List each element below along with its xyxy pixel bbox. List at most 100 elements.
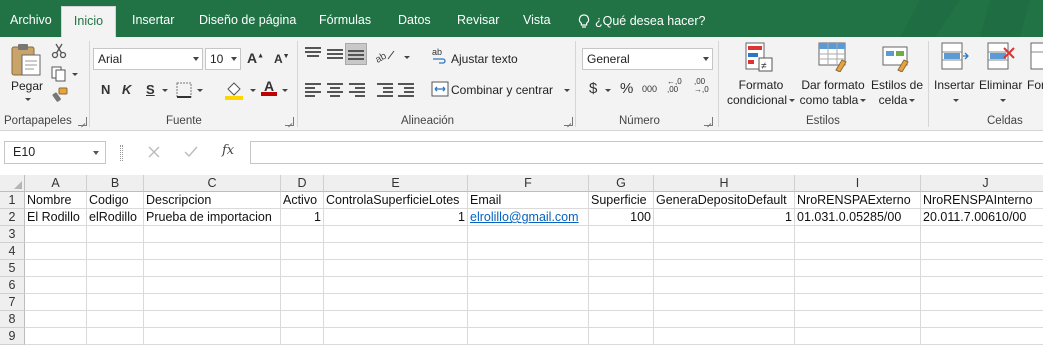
cell-j4[interactable] (921, 243, 1043, 260)
cell-d8[interactable] (281, 311, 324, 328)
grow-font-icon[interactable]: A▲ (247, 50, 264, 66)
column-header-d[interactable]: D (281, 175, 324, 192)
cell-a1[interactable]: Nombre (25, 192, 87, 209)
enter-check-icon[interactable] (184, 146, 198, 158)
formula-bar-splitter[interactable] (120, 145, 123, 161)
cell-c1[interactable]: Descripcion (144, 192, 281, 209)
tab-vista[interactable]: Vista (517, 6, 557, 37)
row-header-9[interactable]: 9 (0, 328, 25, 345)
cell-e9[interactable] (324, 328, 468, 345)
column-header-a[interactable]: A (25, 175, 87, 192)
increase-decimal-icon[interactable]: ←,0 ,00 (667, 78, 687, 94)
cell-a2[interactable]: El Rodillo (25, 209, 87, 226)
cell-i7[interactable] (795, 294, 921, 311)
row-header-6[interactable]: 6 (0, 277, 25, 294)
cell-d2[interactable]: 1 (281, 209, 324, 226)
cell-f8[interactable] (468, 311, 589, 328)
row-header-2[interactable]: 2 (0, 209, 25, 226)
align-middle-icon[interactable] (327, 49, 343, 63)
paste-button[interactable] (10, 43, 42, 80)
cell-c4[interactable] (144, 243, 281, 260)
cell-h7[interactable] (654, 294, 795, 311)
increase-indent-icon[interactable] (398, 83, 414, 97)
cell-i1[interactable]: NroRENSPAExterno (795, 192, 921, 209)
column-header-e[interactable]: E (324, 175, 468, 192)
format-as-table-icon[interactable] (818, 42, 848, 72)
formula-input[interactable] (250, 141, 1043, 164)
cell-b1[interactable]: Codigo (87, 192, 144, 209)
cell-c5[interactable] (144, 260, 281, 277)
font-color-icon[interactable]: A (261, 78, 277, 96)
cell-e5[interactable] (324, 260, 468, 277)
cell-a4[interactable] (25, 243, 87, 260)
chevron-down-icon[interactable] (605, 89, 611, 92)
cell-f4[interactable] (468, 243, 589, 260)
cell-a3[interactable] (25, 226, 87, 243)
align-left-icon[interactable] (305, 83, 321, 97)
align-center-icon[interactable] (327, 83, 343, 97)
cell-c7[interactable] (144, 294, 281, 311)
cell-i2[interactable]: 01.031.0.05285/00 (795, 209, 921, 226)
cell-d9[interactable] (281, 328, 324, 345)
cell-e8[interactable] (324, 311, 468, 328)
cell-a8[interactable] (25, 311, 87, 328)
tab-archivo[interactable]: Archivo (4, 6, 58, 37)
decrease-indent-icon[interactable] (377, 83, 393, 97)
format-as-table-button[interactable]: Dar formato como tabla (798, 78, 868, 108)
tab-datos[interactable]: Datos (392, 6, 437, 37)
cell-h2[interactable]: 1 (654, 209, 795, 226)
cell-c6[interactable] (144, 277, 281, 294)
column-header-j[interactable]: J (921, 175, 1043, 192)
format-cells-icon[interactable] (1030, 42, 1043, 72)
column-header-f[interactable]: F (468, 175, 589, 192)
format-cells-button[interactable]: For (1027, 78, 1043, 93)
shrink-font-icon[interactable]: A▼ (274, 52, 290, 66)
cell-j2[interactable]: 20.011.7.00610/00 (921, 209, 1043, 226)
align-bottom-button[interactable] (345, 43, 367, 65)
cell-j9[interactable] (921, 328, 1043, 345)
cell-h8[interactable] (654, 311, 795, 328)
cell-f9[interactable] (468, 328, 589, 345)
cell-j6[interactable] (921, 277, 1043, 294)
cell-styles-icon[interactable] (882, 42, 912, 72)
insert-function-button[interactable]: fx (222, 143, 234, 158)
cell-a7[interactable] (25, 294, 87, 311)
cell-f6[interactable] (468, 277, 589, 294)
cell-c8[interactable] (144, 311, 281, 328)
cell-g6[interactable] (589, 277, 654, 294)
column-header-g[interactable]: G (589, 175, 654, 192)
cell-e2[interactable]: 1 (324, 209, 468, 226)
cell-g1[interactable]: Superficie (589, 192, 654, 209)
chevron-down-icon[interactable] (953, 99, 959, 102)
cell-b7[interactable] (87, 294, 144, 311)
cell-f7[interactable] (468, 294, 589, 311)
bold-button[interactable]: N (101, 82, 110, 97)
conditional-formatting-button[interactable]: Formato condicional (721, 78, 801, 108)
chevron-down-icon[interactable] (197, 89, 203, 92)
tab-formulas[interactable]: Fórmulas (313, 6, 377, 37)
conditional-formatting-icon[interactable]: ≠ (745, 42, 773, 72)
cell-f3[interactable] (468, 226, 589, 243)
cell-d5[interactable] (281, 260, 324, 277)
cell-b6[interactable] (87, 277, 144, 294)
chevron-down-icon[interactable] (404, 56, 410, 59)
row-header-3[interactable]: 3 (0, 226, 25, 243)
cell-a6[interactable] (25, 277, 87, 294)
orientation-icon[interactable]: ab (374, 47, 402, 63)
cell-b5[interactable] (87, 260, 144, 277)
paste-label[interactable]: Pegar (8, 79, 46, 94)
cell-e6[interactable] (324, 277, 468, 294)
cell-i3[interactable] (795, 226, 921, 243)
cell-g3[interactable] (589, 226, 654, 243)
cell-d3[interactable] (281, 226, 324, 243)
cell-h5[interactable] (654, 260, 795, 277)
dialog-launcher-icon[interactable] (564, 117, 573, 126)
italic-button[interactable]: K (122, 82, 131, 97)
column-header-i[interactable]: I (795, 175, 921, 192)
chevron-down-icon[interactable] (25, 98, 31, 101)
tab-diseno-de-pagina[interactable]: Diseño de página (193, 6, 302, 37)
chevron-down-icon[interactable] (564, 89, 570, 92)
merge-center-icon[interactable] (431, 81, 449, 97)
cell-e3[interactable] (324, 226, 468, 243)
insert-cells-button[interactable]: Insertar (934, 78, 975, 93)
